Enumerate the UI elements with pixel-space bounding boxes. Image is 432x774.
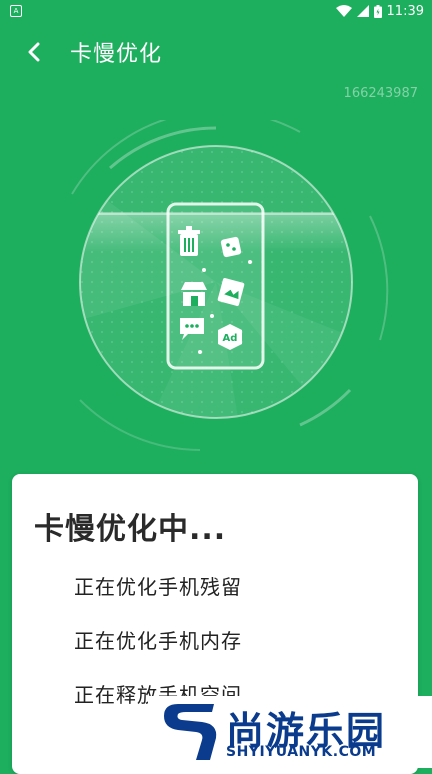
- trash-icon: [178, 226, 200, 256]
- toolbar: 卡慢优化: [0, 22, 432, 82]
- chevron-left-icon: [28, 42, 40, 62]
- card-title: 卡慢优化中...: [34, 512, 227, 547]
- task-item: 正在优化手机内存: [74, 629, 242, 653]
- task-item: 正在优化手机残留: [74, 575, 242, 599]
- signal-icon: [356, 5, 369, 17]
- wifi-icon: [335, 5, 352, 17]
- battery-icon: [373, 4, 382, 18]
- watermark-english: SHYIYUANYK.COM: [226, 744, 377, 760]
- back-button[interactable]: [14, 32, 54, 72]
- status-bar: A 11:39: [0, 0, 432, 22]
- status-time: 11:39: [386, 3, 424, 19]
- watermark: 尚游乐园 SHYIYUANYK.COM: [148, 696, 432, 768]
- optimization-illustration: Ad: [71, 120, 389, 451]
- dice-icon: [220, 236, 242, 258]
- store-icon: [181, 282, 207, 306]
- page-title: 卡慢优化: [70, 42, 163, 67]
- app-notification-icon: A: [10, 5, 22, 17]
- watermark-logo-icon: [164, 704, 217, 760]
- device-id: 166243987: [343, 86, 418, 101]
- ad-label: Ad: [223, 333, 238, 344]
